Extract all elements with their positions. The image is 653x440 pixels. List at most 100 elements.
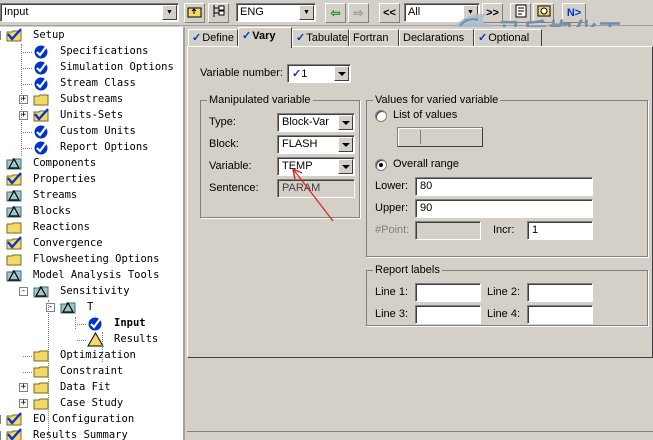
tree-item-label: Setup [33,29,65,41]
tree-item[interactable]: + Substreams [0,92,183,108]
tree-item[interactable]: +Results Summary [0,428,183,440]
tree-connector [102,332,103,362]
chevron-down-icon[interactable]: ▼ [299,5,314,20]
unit-set-value: ENG [240,6,264,18]
expand-icon[interactable]: + [19,383,28,392]
expand-icon[interactable]: + [0,431,1,440]
form-select[interactable]: Input ▼ [0,3,179,22]
overall-range-radio[interactable] [375,159,387,171]
forward-arrow-icon[interactable]: ⇨ [348,3,369,23]
tree-item[interactable]: Optimization [0,348,183,364]
tree-item[interactable]: Specifications [0,44,183,60]
tree-item[interactable]: - Sensitivity [0,284,183,300]
tree-item[interactable]: Properties [0,172,183,188]
tab-optional[interactable]: ✓Optional [474,29,542,47]
chevron-down-icon[interactable] [338,137,353,152]
tree-item-label: Components [33,157,97,169]
collapse-icon[interactable]: - [0,31,1,40]
tree-item[interactable]: Flowsheeting Options [0,252,183,268]
tab-label: Define [202,32,235,44]
chevron-down-icon[interactable] [334,66,349,81]
line3-input[interactable] [415,305,481,324]
type-select[interactable]: Block-Var [277,113,355,132]
tree-item-label: Case Study [60,397,124,409]
triangle-folder-icon [6,268,23,283]
tab-declarations[interactable]: Declarations [399,29,474,47]
expand-icon[interactable]: + [19,399,28,408]
filter-select[interactable]: All ▼ [404,3,480,22]
tree-item-label: Report Options [60,141,149,153]
tree-item[interactable]: + Units-Sets [0,108,183,124]
type-value: Block-Var [282,116,329,128]
block-select[interactable]: FLASH [277,135,355,154]
chevron-down-icon[interactable] [338,115,353,130]
blue-check-icon [33,60,50,75]
tree-item[interactable]: + Data Fit [0,380,183,396]
tree-item[interactable]: Components [0,156,183,172]
lower-input[interactable]: 80 [415,177,593,196]
tab-fortran[interactable]: Fortran [349,29,399,47]
blue-check-icon: ✓ [292,68,302,80]
tree-item[interactable]: Streams [0,188,183,204]
tree-connector [77,324,86,325]
upper-input[interactable]: 90 [415,199,593,218]
collapse-icon[interactable]: - [19,287,28,296]
line1-input[interactable] [415,283,481,302]
tree-connector [23,356,32,357]
tree-item-label: Units-Sets [60,109,124,121]
blue-check-icon [33,140,50,155]
block-label: Block: [209,138,239,150]
status-icon[interactable] [533,3,554,23]
tree-item[interactable]: - Setup [0,28,183,44]
form-select-value: Input [4,6,29,18]
tab-define[interactable]: ✓Define [188,29,238,47]
tree-item-label: Optimization [60,349,136,361]
variable-label: Variable: [209,160,252,172]
previous-form-button[interactable]: << [379,3,400,23]
chevron-down-icon[interactable]: ▼ [463,5,478,20]
npoint-input[interactable] [415,221,481,240]
incr-input[interactable]: 1 [527,221,593,240]
tree-view-icon[interactable] [208,3,229,23]
tab-label: Tabulate [306,32,348,44]
tree-item[interactable]: Results [0,331,183,348]
tree-item-label: Data Fit [60,381,111,393]
tree-item[interactable]: -T [0,300,183,316]
tree-item-label: Model Analysis Tools [33,269,160,281]
next-form-button[interactable]: >> [482,3,503,23]
tree-item-label: Flowsheeting Options [33,253,160,265]
unit-set-select[interactable]: ENG ▼ [236,3,316,22]
list-of-values-button[interactable] [397,127,483,147]
tree-item[interactable]: Constraint [0,364,183,380]
upper-label: Upper: [375,202,409,214]
tab-tabulate[interactable]: ✓Tabulate [292,29,349,47]
next-button[interactable]: N> [562,3,586,23]
back-arrow-icon[interactable]: ⇦ [325,3,346,23]
tree-item[interactable]: Simulation Options [0,60,183,76]
tree-item[interactable]: Stream Class [0,76,183,92]
tree-item[interactable]: Convergence [0,236,183,252]
tree-item[interactable]: Custom Units [0,124,183,140]
list-of-values-radio[interactable] [375,110,387,122]
incr-value: 1 [532,224,539,236]
tree-item[interactable]: Model Analysis Tools [0,268,183,284]
variable-number-select[interactable]: ✓1 [287,64,351,83]
tree-item[interactable]: Reactions [0,220,183,236]
variable-number-value: 1 [301,68,308,80]
tree-item[interactable]: + Case Study [0,396,183,412]
tab-vary[interactable]: ✓Vary [238,27,292,48]
tree-item-label: Custom Units [60,125,136,137]
bottom-strip [187,431,653,440]
tree-item[interactable]: Report Options [0,140,183,156]
line3-label: Line 3: [375,308,409,320]
notes-icon[interactable] [510,3,531,23]
line2-input[interactable] [527,283,593,302]
folder-icon [6,220,23,235]
tree-item[interactable]: +EO Configuration [0,412,183,428]
expand-icon[interactable]: + [0,415,1,424]
line4-input[interactable] [527,305,593,324]
up-folder-icon[interactable] [184,3,205,23]
tree-item[interactable]: Input [0,316,183,332]
chevron-down-icon[interactable]: ▼ [162,5,177,20]
tree-item[interactable]: Blocks [0,204,183,220]
